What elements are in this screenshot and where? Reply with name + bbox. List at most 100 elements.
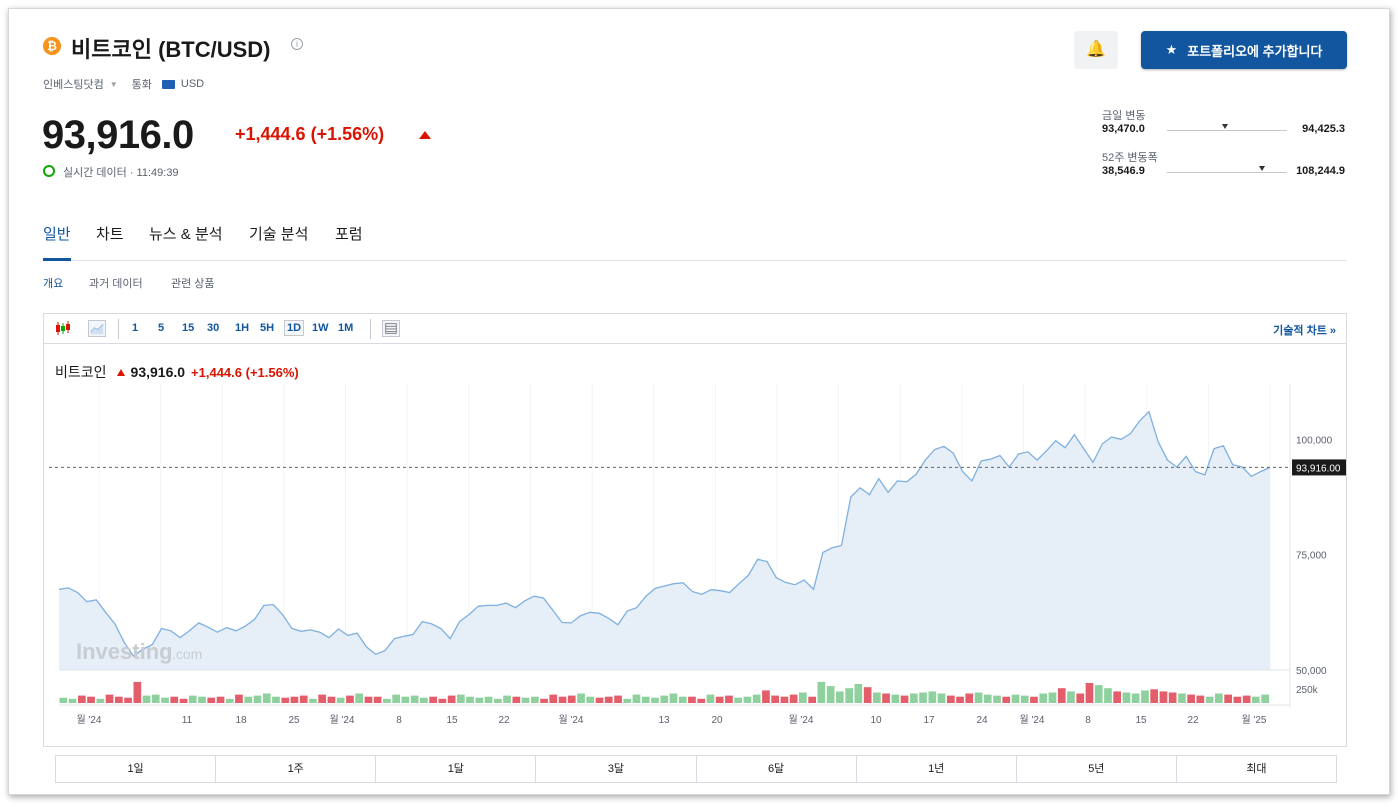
- volume-bar: [410, 695, 419, 703]
- volume-bar: [124, 697, 132, 703]
- volume-bar: [531, 696, 539, 703]
- interval-30[interactable]: 30: [207, 322, 219, 334]
- volume-bar: [272, 696, 280, 703]
- x-tick-label: 월 '24: [788, 714, 813, 724]
- alert-bell-button[interactable]: 🔔: [1074, 31, 1118, 69]
- volume-bar: [1030, 696, 1038, 703]
- volume-bar: [179, 698, 188, 703]
- day-range-marker: [1221, 124, 1228, 129]
- subtab-summary[interactable]: 개요: [43, 275, 63, 291]
- investing-watermark: Investing: [76, 639, 173, 664]
- tab-chart[interactable]: 차트: [96, 223, 124, 261]
- interval-1h[interactable]: 1H: [235, 322, 249, 334]
- subtab-related[interactable]: 관련 상품: [171, 275, 215, 291]
- volume-bar: [734, 697, 742, 703]
- volume-bar: [1261, 694, 1269, 703]
- period-6m[interactable]: 6달: [697, 756, 857, 782]
- up-arrow-icon: [419, 131, 431, 139]
- currency-value: USD: [180, 78, 205, 90]
- period-max[interactable]: 최대: [1177, 756, 1336, 782]
- volume-bar: [780, 696, 789, 703]
- tab-overview[interactable]: 일반: [43, 223, 71, 261]
- volume-bar: [429, 696, 437, 703]
- volume-bar: [1122, 692, 1131, 703]
- volume-bar: [854, 684, 863, 703]
- volume-bar: [151, 694, 160, 703]
- x-tick-label: 월 '24: [329, 714, 354, 724]
- volume-bar: [974, 692, 983, 703]
- tab-technical-analysis[interactable]: 기술 분석: [249, 223, 308, 261]
- table-view-icon[interactable]: [382, 320, 400, 337]
- interval-1w[interactable]: 1W: [312, 322, 329, 334]
- volume-bar: [688, 696, 696, 703]
- interval-1[interactable]: 1: [132, 322, 138, 334]
- add-to-portfolio-button[interactable]: ★ 포트폴리오에 추가합니다: [1141, 31, 1347, 69]
- chevron-down-icon[interactable]: ▼: [110, 80, 118, 89]
- volume-bar: [281, 697, 290, 703]
- volume-bar: [59, 697, 68, 703]
- volume-bar: [383, 698, 391, 703]
- candlestick-icon[interactable]: [54, 320, 72, 337]
- period-1d[interactable]: 1일: [56, 756, 217, 782]
- volume-bar: [1168, 692, 1177, 703]
- page-frame: ₿ 비트코인 (BTC/USD) i 인베스팅닷컴 ▼ 통화 USD 93,91…: [8, 8, 1390, 795]
- last-price: 93,916.0: [42, 113, 194, 157]
- volume-bar: [253, 695, 262, 703]
- period-selector: 1일 1주 1달 3달 6달 1년 5년 최대: [55, 755, 1337, 783]
- volume-bar: [1196, 695, 1205, 703]
- bitcoin-icon: ₿: [43, 37, 61, 55]
- period-5y[interactable]: 5년: [1017, 756, 1177, 782]
- volume-bar: [1178, 693, 1186, 703]
- interval-15[interactable]: 15: [182, 322, 194, 334]
- volume-bar: [725, 695, 733, 703]
- interval-5h[interactable]: 5H: [260, 322, 274, 334]
- y-tick-label: 100,000: [1296, 435, 1333, 446]
- volume-bar: [956, 696, 964, 703]
- volume-bar: [115, 696, 123, 703]
- interval-1m[interactable]: 1M: [338, 322, 353, 334]
- volume-bar: [715, 696, 724, 703]
- volume-bar: [891, 694, 900, 703]
- volume-bar: [1094, 685, 1103, 703]
- volume-bar: [873, 692, 881, 703]
- period-1y[interactable]: 1년: [857, 756, 1017, 782]
- legend-name: 비트코인: [55, 364, 107, 380]
- volume-bar: [678, 696, 687, 703]
- x-tick-label: 22: [1187, 715, 1199, 724]
- volume-bar: [484, 696, 493, 703]
- tab-news-analysis[interactable]: 뉴스 & 분석: [149, 223, 223, 261]
- volume-bar: [1187, 694, 1195, 703]
- volume-bar: [808, 696, 816, 703]
- area-chart-icon[interactable]: [88, 320, 106, 337]
- x-tick-label: 10: [870, 715, 882, 724]
- volume-bar: [1076, 693, 1085, 703]
- subtab-historical-data[interactable]: 과거 데이터: [89, 275, 143, 291]
- interval-5[interactable]: 5: [158, 322, 164, 334]
- technical-chart-link[interactable]: 기술적 차트 »: [1273, 322, 1336, 338]
- interval-1d[interactable]: 1D: [284, 320, 305, 336]
- period-1w[interactable]: 1주: [216, 756, 377, 782]
- volume-bar: [244, 696, 253, 703]
- volume-bar: [198, 696, 206, 703]
- volume-bar: [1067, 691, 1075, 703]
- volume-bar: [567, 695, 576, 703]
- price-chart[interactable]: 100,000 75,000 50,000 93,916.00 Investing .co…: [44, 384, 1346, 724]
- x-tick-label: 25: [288, 715, 300, 724]
- volume-bar: [799, 692, 807, 703]
- day-range-bar: [1167, 130, 1287, 131]
- volume-bar: [364, 696, 373, 703]
- source-label[interactable]: 인베스팅닷컴: [43, 76, 104, 92]
- period-3m[interactable]: 3달: [536, 756, 697, 782]
- period-1m[interactable]: 1달: [376, 756, 537, 782]
- volume-bar: [299, 695, 308, 703]
- x-tick-label: 15: [446, 715, 458, 724]
- volume-bar: [540, 698, 548, 703]
- price-change: +1,444.6 (+1.56%): [235, 124, 385, 144]
- info-icon[interactable]: i: [291, 38, 303, 50]
- volume-bar: [604, 696, 613, 703]
- x-tick-label: 15: [1135, 715, 1147, 724]
- tab-forum[interactable]: 포럼: [335, 223, 363, 261]
- x-tick-label: 24: [976, 715, 988, 724]
- volume-bar: [290, 696, 299, 703]
- volume-bar: [983, 694, 992, 703]
